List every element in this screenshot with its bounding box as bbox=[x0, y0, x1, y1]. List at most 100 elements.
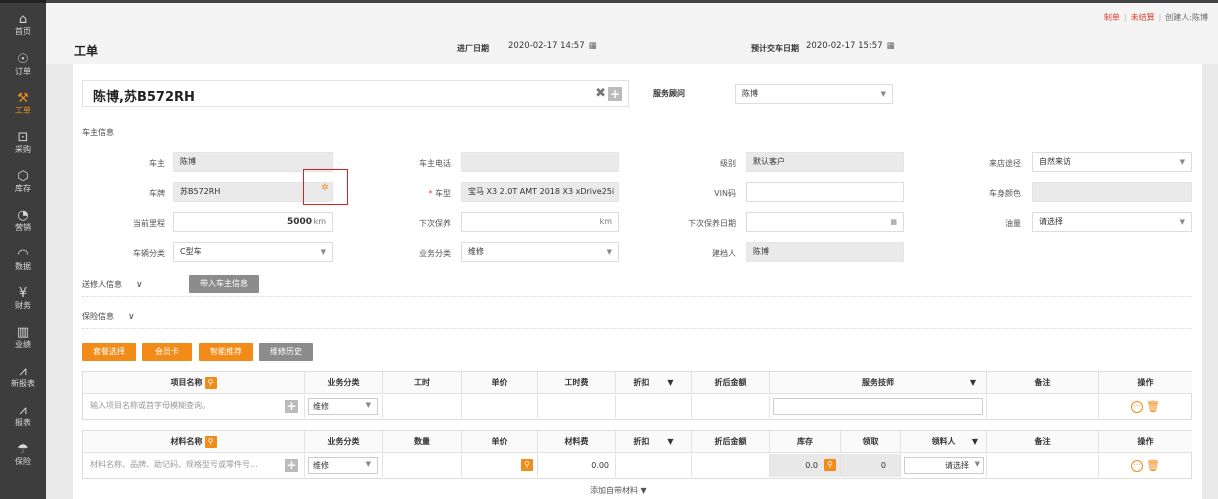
member-card-button[interactable]: 会员卡 bbox=[142, 343, 192, 361]
customer-name: 陈博,苏B572RH bbox=[93, 90, 195, 105]
sidebar-item-orders[interactable]: ☉ 订单 bbox=[0, 53, 46, 83]
more-icon[interactable]: ··· bbox=[1131, 400, 1144, 413]
status-draft: 制单 bbox=[1103, 13, 1120, 22]
yen-icon: ¥ bbox=[18, 286, 28, 301]
delivery-date-field[interactable]: 2020-02-17 15:57 ▦ bbox=[806, 41, 895, 51]
owner-section-title: 车主信息 bbox=[82, 128, 114, 137]
col-discounted: 折后金额 bbox=[692, 372, 770, 394]
add-customer-button[interactable]: + bbox=[608, 87, 622, 101]
source-select[interactable]: 自然来访 ▼ bbox=[1032, 152, 1192, 172]
sidebar-item-stock[interactable]: ⬡ 库存 bbox=[0, 170, 46, 200]
vin-label: VIN码 bbox=[714, 189, 736, 198]
col-picker: 领料人 ▼ bbox=[901, 431, 987, 453]
next-maint-date-input[interactable]: ▦ bbox=[746, 212, 904, 232]
item-biz-select[interactable]: 维修 ▼ bbox=[308, 398, 378, 415]
calendar-icon[interactable]: ▦ bbox=[589, 41, 597, 51]
more-icon[interactable]: ··· bbox=[1131, 459, 1144, 472]
gear-icon[interactable]: ✲ bbox=[321, 183, 329, 193]
source-label: 来店途径 bbox=[989, 159, 1021, 168]
filter-icon[interactable]: ▼ bbox=[970, 372, 976, 394]
mileage-input[interactable]: 5000 km bbox=[173, 212, 333, 232]
category-select[interactable]: C型车 ▼ bbox=[173, 242, 333, 262]
level-field: 默认客户 bbox=[746, 152, 904, 172]
calendar-icon[interactable]: ▦ bbox=[887, 41, 895, 51]
oil-select[interactable]: 请选择 ▼ bbox=[1032, 212, 1192, 232]
sidebar-item-performance[interactable]: ▥ 业绩 bbox=[0, 326, 46, 356]
clear-icon[interactable]: ✖ bbox=[595, 86, 606, 101]
creator-text: 创建人:陈博 bbox=[1165, 13, 1208, 22]
materials-table: 材料名称 ⚲ 业务分类 数量 单价 材料费 折扣 ▼ 折后金额 库存 领取 领料人 ▼… bbox=[82, 430, 1192, 479]
wrench-icon: ⚒ bbox=[17, 91, 29, 106]
repair-history-button[interactable]: 维修历史 bbox=[259, 343, 313, 361]
material-biz-select[interactable]: 维修 ▼ bbox=[308, 457, 378, 474]
sidebar-item-marketing[interactable]: ◔ 营销 bbox=[0, 209, 46, 239]
item-name-cell: 输入项目名称或首字母模糊查询。 + bbox=[83, 395, 305, 418]
biz-label: 业务分类 bbox=[419, 249, 451, 258]
material-remark-cell[interactable] bbox=[987, 454, 1099, 477]
material-price-cell[interactable]: ⚲ bbox=[462, 454, 538, 477]
sidebar: ⌂ 首页 ☉ 订单 ⚒ 工单 ⊡ 采购 ⬡ 库存 ◔ 营销 ◠ 数据 ¥ 财务 ▥ 业绩 ⩘ 新报表… bbox=[0, 0, 46, 499]
vin-input[interactable] bbox=[746, 182, 904, 202]
material-discount-cell[interactable] bbox=[616, 454, 692, 477]
calendar-icon[interactable]: ▦ bbox=[890, 213, 897, 231]
col-received: 领取 bbox=[841, 431, 901, 453]
col-price: 单价 bbox=[462, 431, 538, 453]
trash-icon[interactable]: 🗑 bbox=[1146, 395, 1160, 418]
sender-section-toggle[interactable]: 送修人信息 ∨ bbox=[82, 279, 143, 290]
technician-input[interactable] bbox=[773, 398, 983, 415]
oil-label: 油量 bbox=[1005, 219, 1021, 228]
search-icon[interactable]: ⚲ bbox=[204, 435, 217, 448]
sidebar-item-report[interactable]: ⩘ 报表 bbox=[0, 404, 46, 434]
sidebar-item-home[interactable]: ⌂ 首页 bbox=[0, 13, 46, 43]
order-status: 制单 | 未结算 | 创建人:陈博 bbox=[1103, 13, 1208, 22]
sidebar-item-insurance[interactable]: ☂ 保险 bbox=[0, 443, 46, 473]
item-search-input[interactable]: 输入项目名称或首字母模糊查询。 bbox=[86, 398, 282, 415]
col-labor-fee: 工时费 bbox=[538, 372, 616, 394]
material-qty-cell[interactable] bbox=[383, 454, 462, 477]
search-icon[interactable]: ⚲ bbox=[521, 459, 533, 471]
item-technician-cell bbox=[770, 395, 987, 418]
bring-owner-button[interactable]: 带入车主信息 bbox=[189, 275, 259, 293]
chevron-down-icon: ▼ bbox=[974, 460, 980, 468]
material-name-cell: 材料名称、品牌、助记码、规格型号或零件号... + bbox=[83, 454, 305, 477]
sidebar-item-workorder[interactable]: ⚒ 工单 bbox=[0, 92, 46, 122]
item-price-cell[interactable] bbox=[462, 395, 538, 418]
creator-label: 建档人 bbox=[712, 249, 736, 258]
filter-icon[interactable]: ▼ bbox=[667, 437, 673, 446]
biz-select[interactable]: 维修 ▼ bbox=[461, 242, 619, 262]
add-material-button[interactable]: + bbox=[285, 459, 298, 472]
filter-icon[interactable]: ▼ bbox=[972, 431, 978, 453]
sidebar-item-purchase[interactable]: ⊡ 采购 bbox=[0, 131, 46, 161]
marketing-icon: ◔ bbox=[17, 208, 29, 223]
trash-icon[interactable]: 🗑 bbox=[1146, 454, 1160, 477]
smart-recommend-button[interactable]: 智能推荐 bbox=[199, 343, 253, 361]
item-remark-cell[interactable] bbox=[987, 395, 1099, 418]
col-stock: 库存 bbox=[770, 431, 841, 453]
sidebar-item-new-report[interactable]: ⩘ 新报表 bbox=[0, 365, 46, 395]
entry-date-field[interactable]: 2020-02-17 14:57 ▦ bbox=[508, 41, 597, 51]
sidebar-item-finance[interactable]: ¥ 财务 bbox=[0, 287, 46, 317]
sidebar-item-data[interactable]: ◠ 数据 bbox=[0, 248, 46, 278]
picker-select[interactable]: 请选择 ▼ bbox=[904, 457, 984, 474]
next-maint-input[interactable]: km bbox=[461, 212, 619, 232]
item-discount-cell[interactable] bbox=[616, 395, 692, 418]
chevron-down-icon: ▼ bbox=[320, 248, 326, 256]
chevron-down-icon: ∨ bbox=[128, 312, 135, 322]
material-search-input[interactable]: 材料名称、品牌、助记码、规格型号或零件号... bbox=[86, 457, 282, 474]
item-hours-cell[interactable] bbox=[383, 395, 462, 418]
cart-icon: ⊡ bbox=[17, 130, 29, 145]
material-discounted-cell bbox=[692, 454, 770, 477]
insurance-section-toggle[interactable]: 保险信息 ∨ bbox=[82, 311, 135, 322]
advisor-select[interactable]: 陈博 ▼ bbox=[735, 84, 893, 104]
add-own-material-link[interactable]: 添加自带材料 ▼ bbox=[590, 485, 647, 496]
col-biz: 业务分类 bbox=[305, 431, 383, 453]
search-icon[interactable]: ⚲ bbox=[204, 376, 217, 389]
add-item-button[interactable]: + bbox=[285, 400, 298, 413]
mileage-label: 当前里程 bbox=[133, 219, 165, 228]
customer-selector[interactable]: 陈博,苏B572RH ✖ + bbox=[82, 80, 629, 107]
filter-icon[interactable]: ▼ bbox=[667, 378, 673, 387]
package-button[interactable]: 套餐选择 bbox=[82, 343, 136, 361]
owner-label: 车主 bbox=[149, 159, 165, 168]
search-icon[interactable]: ⚲ bbox=[824, 459, 836, 471]
next-maint-label: 下次保养 bbox=[419, 219, 451, 228]
